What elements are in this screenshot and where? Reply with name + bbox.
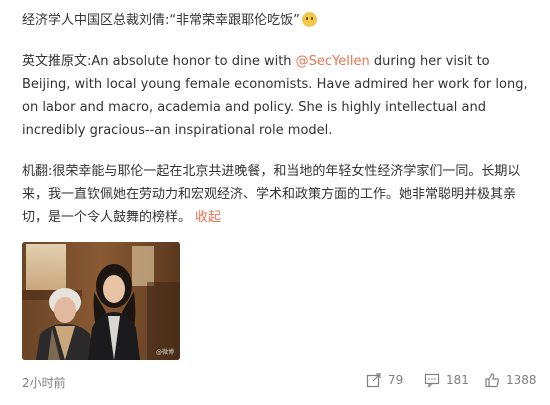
collapse-link[interactable]: 收起: [195, 210, 221, 225]
comment-button[interactable]: 181: [424, 372, 469, 388]
post-photo[interactable]: @微博: [22, 242, 180, 360]
translation-text: 机翻:很荣幸能与耶伦一起在北京共进晚餐，和当地的年轻女性经济学家们一同。长期以来…: [22, 160, 534, 229]
original-prefix: 英文推原文:: [22, 54, 92, 69]
post-headline: 经济学人中国区总裁刘倩:“非常荣幸跟耶伦吃饭”: [22, 9, 317, 28]
thumbs-up-icon: [485, 373, 499, 388]
smiling-face-emoji-icon: [301, 12, 317, 27]
photo-illustration: [22, 242, 180, 360]
share-icon: [366, 373, 381, 388]
share-count: 79: [388, 373, 404, 387]
like-button[interactable]: 1388: [484, 372, 537, 388]
post-timestamp: 2小时前: [22, 376, 66, 390]
mention-link[interactable]: @SecYellen: [296, 54, 370, 69]
share-button[interactable]: 79: [366, 372, 403, 388]
post-footer: 2小时前 79 181 1388: [0, 370, 550, 394]
headline-text: 经济学人中国区总裁刘倩:“非常荣幸跟耶伦吃饭”: [22, 13, 300, 28]
original-tweet-text: 英文推原文:An absolute honor to dine with @Se…: [22, 50, 534, 142]
weibo-post: 经济学人中国区总裁刘倩:“非常荣幸跟耶伦吃饭” 英文推原文:An absolut…: [0, 0, 550, 405]
comment-count: 181: [446, 373, 469, 387]
like-count: 1388: [506, 373, 537, 387]
original-text-start: An absolute honor to dine with: [91, 54, 296, 69]
comment-icon: [424, 373, 440, 388]
translation-body: 机翻:很荣幸能与耶伦一起在北京共进晚餐，和当地的年轻女性经济学家们一同。长期以来…: [22, 164, 521, 225]
photo-watermark: @微博: [155, 349, 174, 356]
